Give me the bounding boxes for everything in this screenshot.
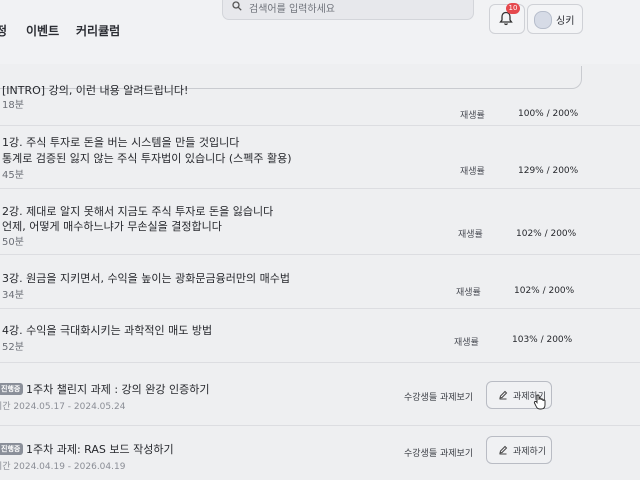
avatar	[534, 11, 552, 29]
do-task-label: 과제하기	[513, 447, 547, 457]
search-placeholder: 검색어를 입력하세요	[249, 4, 335, 15]
task-period: 기간 2024.04.19 - 2026.04.19	[0, 462, 126, 472]
top-header: 정 이벤트 커리큘럼 검색어를 입력하세요 10 싱키	[0, 0, 640, 64]
divider	[0, 254, 640, 255]
lecture-duration: 18분	[2, 100, 24, 111]
nav-item-events[interactable]: 이벤트	[26, 22, 59, 39]
notification-badge: 10	[506, 3, 520, 14]
lecture-title[interactable]: [INTRO] 강의, 이런 내용 알려드립니다!	[2, 82, 188, 98]
lecture-title[interactable]: 1강. 주식 투자로 돈을 버는 시스템을 만들 것입니다	[2, 134, 239, 150]
nav-item-curriculum[interactable]: 커리큘럼	[76, 22, 120, 39]
user-name: 싱키	[556, 16, 575, 27]
lecture-duration: 34분	[2, 290, 24, 301]
play-rate-label: 재생률	[456, 288, 481, 298]
play-rate-value: 103% / 200%	[512, 335, 573, 345]
play-rate-value: 102% / 200%	[516, 229, 577, 239]
pencil-icon	[499, 390, 508, 400]
lecture-subtitle: 통계로 검증된 잃지 않는 주식 투자법이 있습니다 (스펙주 활용)	[2, 152, 292, 165]
divider	[0, 188, 640, 189]
divider	[0, 125, 640, 126]
lecture-title[interactable]: 2강. 제대로 알지 못해서 지금도 주식 투자로 돈을 잃습니다	[2, 203, 273, 219]
search-bar[interactable]: 검색어를 입력하세요	[222, 0, 474, 20]
pencil-icon	[499, 445, 508, 455]
play-rate-label: 재생률	[460, 111, 485, 121]
play-rate-value: 102% / 200%	[514, 286, 575, 296]
search-icon	[232, 1, 242, 11]
page: 정 이벤트 커리큘럼 검색어를 입력하세요 10 싱키 [INTRO] 강의, …	[0, 0, 640, 480]
task-period: 기간 2024.05.17 - 2024.05.24	[0, 402, 126, 412]
play-rate-value: 129% / 200%	[518, 166, 579, 176]
status-badge: 진행중	[0, 443, 24, 455]
lecture-title[interactable]: 3강. 원금을 지키면서, 수익을 높이는 광화문금융러만의 매수법	[2, 270, 290, 286]
lecture-title[interactable]: 4강. 수익을 극대화시키는 과학적인 매도 방법	[2, 322, 212, 338]
task-title[interactable]: 1주차 챌린지 과제 : 강의 완강 인증하기	[26, 381, 209, 397]
do-task-button[interactable]: 과제하기	[486, 436, 552, 464]
divider	[0, 308, 640, 309]
task-title[interactable]: 1주차 과제: RAS 보드 작성하기	[26, 441, 174, 457]
user-menu-button[interactable]: 싱키	[527, 4, 583, 34]
lecture-duration: 45분	[2, 170, 24, 181]
play-rate-label: 재생률	[458, 230, 483, 240]
lecture-duration: 50분	[2, 237, 24, 248]
play-rate-value: 100% / 200%	[518, 109, 579, 119]
hand-cursor-icon	[533, 394, 546, 410]
view-submissions-link[interactable]: 수강생들 과제보기	[404, 390, 473, 403]
status-badge: 진행중	[0, 383, 24, 395]
divider	[0, 425, 640, 426]
lecture-subtitle: 언제, 어떻게 매수하느냐가 무손실을 결정합니다	[2, 220, 222, 233]
play-rate-label: 재생률	[460, 167, 485, 177]
play-rate-label: 재생률	[454, 338, 479, 348]
nav-item-partial[interactable]: 정	[0, 22, 7, 39]
divider	[0, 362, 640, 363]
view-submissions-link[interactable]: 수강생들 과제보기	[404, 446, 473, 459]
lecture-duration: 52분	[2, 342, 24, 353]
